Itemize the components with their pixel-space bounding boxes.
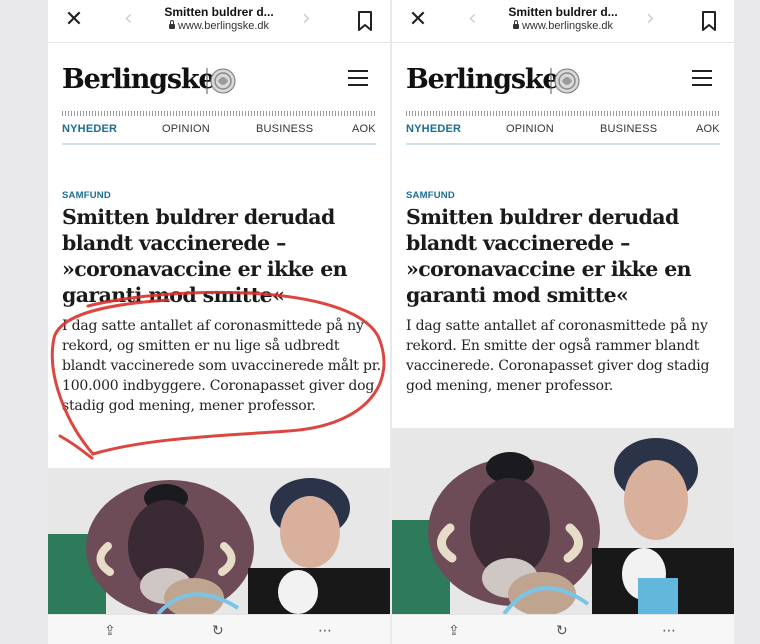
divider-hatch <box>406 111 720 116</box>
share-icon[interactable]: ⇪ <box>104 623 116 639</box>
menu-icon[interactable] <box>692 70 712 86</box>
bookmark-icon[interactable] <box>356 10 374 32</box>
tab-title: Smitten buldrer d... <box>164 5 274 19</box>
seal-icon <box>550 68 580 94</box>
nav-item-aok[interactable]: AOK <box>352 123 376 135</box>
nav-item-nyheder[interactable]: NYHEDER <box>406 123 461 135</box>
address-bar[interactable]: Smitten buldrer d... www.berlingske.dk <box>144 5 294 32</box>
browser-toolbar: ✕ ‹ Smitten buldrer d... www.berlingske.… <box>392 0 734 43</box>
lock-icon <box>512 20 519 29</box>
site-header: Berlingske <box>48 52 390 112</box>
nav-item-business[interactable]: BUSINESS <box>600 123 657 135</box>
back-arrow-icon[interactable]: ‹ <box>468 7 477 31</box>
screenshot-panel-left: ✕ ‹ Smitten buldrer d... www.berlingske.… <box>48 0 390 644</box>
lock-icon <box>168 20 175 29</box>
more-icon[interactable]: ⋯ <box>662 623 676 639</box>
section-nav: NYHEDER OPINION BUSINESS AOK <box>62 121 376 145</box>
browser-bottom-bar: ⇪ ↻ ⋯ <box>392 614 734 644</box>
bookmark-icon[interactable] <box>700 10 718 32</box>
share-icon[interactable]: ⇪ <box>448 623 460 639</box>
back-arrow-icon[interactable]: ‹ <box>124 7 133 31</box>
article-kicker[interactable]: SAMFUND <box>62 190 111 201</box>
nav-item-aok[interactable]: AOK <box>696 123 720 135</box>
menu-icon[interactable] <box>348 70 368 86</box>
close-icon[interactable]: ✕ <box>62 8 86 32</box>
refresh-icon[interactable]: ↻ <box>556 623 568 639</box>
more-icon[interactable]: ⋯ <box>318 623 332 639</box>
article-lead: I dag satte antallet af coronasmittede p… <box>406 318 710 394</box>
nav-item-opinion[interactable]: OPINION <box>162 123 210 135</box>
refresh-icon[interactable]: ↻ <box>212 623 224 639</box>
forward-arrow-icon[interactable]: › <box>302 7 311 31</box>
url-text: www.berlingske.dk <box>177 20 270 32</box>
article-photo[interactable] <box>48 468 390 614</box>
nav-item-business[interactable]: BUSINESS <box>256 123 313 135</box>
article-lead: I dag satte antallet af coronasmittede p… <box>62 318 381 414</box>
url-text: www.berlingske.dk <box>521 20 614 32</box>
divider-hatch <box>62 111 376 116</box>
address-bar[interactable]: Smitten buldrer d... www.berlingske.dk <box>488 5 638 32</box>
article-headline[interactable]: Smitten buldrer derudad blandt vaccinere… <box>406 204 726 308</box>
browser-toolbar: ✕ ‹ Smitten buldrer d... www.berlingske.… <box>48 0 390 43</box>
screenshot-panel-right: ✕ ‹ Smitten buldrer d... www.berlingske.… <box>392 0 734 644</box>
nav-item-nyheder[interactable]: NYHEDER <box>62 123 117 135</box>
article-photo[interactable] <box>392 428 734 614</box>
article-kicker[interactable]: SAMFUND <box>406 190 455 201</box>
nav-item-opinion[interactable]: OPINION <box>506 123 554 135</box>
seal-icon <box>206 68 236 94</box>
section-nav: NYHEDER OPINION BUSINESS AOK <box>406 121 720 145</box>
tab-title: Smitten buldrer d... <box>508 5 618 19</box>
forward-arrow-icon[interactable]: › <box>646 7 655 31</box>
brand-logo[interactable]: Berlingske <box>62 64 216 95</box>
close-icon[interactable]: ✕ <box>406 8 430 32</box>
site-header: Berlingske <box>392 52 734 112</box>
article-headline[interactable]: Smitten buldrer derudad blandt vaccinere… <box>62 204 382 308</box>
brand-logo[interactable]: Berlingske <box>406 64 560 95</box>
browser-bottom-bar: ⇪ ↻ ⋯ <box>48 614 390 644</box>
